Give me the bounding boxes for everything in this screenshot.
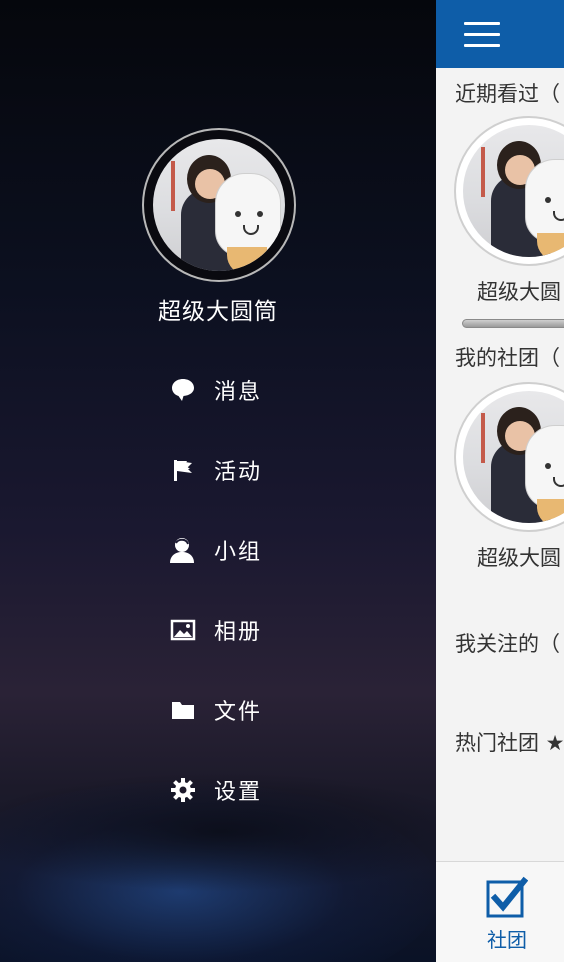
menu-item-label: 相册 bbox=[214, 620, 263, 645]
my-club-name[interactable]: 超级大圆 bbox=[477, 542, 561, 572]
avatar-photo bbox=[153, 139, 285, 271]
section-following-title: 我关注的（ bbox=[455, 632, 560, 656]
menu-item-activities[interactable]: 活动 bbox=[166, 440, 262, 500]
photo-album-icon bbox=[166, 613, 200, 647]
main-panel: 近期看过（ 超级大圆 我的社团（ 超级大圆 我关注的（ 热门社团 ★ 社团 bbox=[436, 0, 564, 962]
recent-club-name[interactable]: 超级大圆 bbox=[477, 276, 561, 306]
flag-icon bbox=[166, 453, 200, 487]
hamburger-menu-icon[interactable] bbox=[464, 20, 500, 48]
menu-item-files[interactable]: 文件 bbox=[166, 680, 262, 740]
folder-icon bbox=[166, 693, 200, 727]
my-club-avatar[interactable] bbox=[454, 382, 564, 532]
user-avatar[interactable] bbox=[142, 128, 296, 282]
menu-item-label: 小组 bbox=[214, 540, 263, 565]
section-hot-clubs-title: 热门社团 ★ bbox=[455, 731, 564, 755]
section-recent-title: 近期看过（ bbox=[455, 82, 560, 106]
gear-icon bbox=[166, 773, 200, 807]
checkbox-checked-icon[interactable] bbox=[486, 876, 529, 918]
menu-item-label: 设置 bbox=[214, 780, 263, 805]
menu-item-messages[interactable]: 消息 bbox=[166, 360, 262, 420]
menu-item-album[interactable]: 相册 bbox=[166, 600, 262, 660]
avatar-photo bbox=[463, 125, 564, 257]
horizontal-scrollbar[interactable] bbox=[462, 319, 564, 328]
menu-item-groups[interactable]: 小组 bbox=[166, 520, 262, 580]
menu-item-label: 活动 bbox=[214, 460, 263, 485]
section-my-clubs-title: 我的社团（ bbox=[455, 346, 560, 370]
tab-clubs-label[interactable]: 社团 bbox=[436, 924, 564, 953]
menu-item-label: 文件 bbox=[214, 700, 263, 725]
menu-item-label: 消息 bbox=[214, 380, 263, 405]
recent-club-avatar[interactable] bbox=[454, 116, 564, 266]
avatar-photo bbox=[463, 391, 564, 523]
user-name[interactable]: 超级大圆筒 bbox=[0, 292, 436, 326]
side-drawer: 超级大圆筒 消息 活动 小组 相册 文件 设置 bbox=[0, 0, 436, 962]
menu-item-settings[interactable]: 设置 bbox=[166, 760, 262, 820]
top-app-bar bbox=[436, 0, 564, 68]
bottom-tab-bar: 社团 bbox=[436, 861, 564, 962]
message-bubble-icon bbox=[166, 373, 200, 407]
group-user-icon bbox=[166, 533, 200, 567]
